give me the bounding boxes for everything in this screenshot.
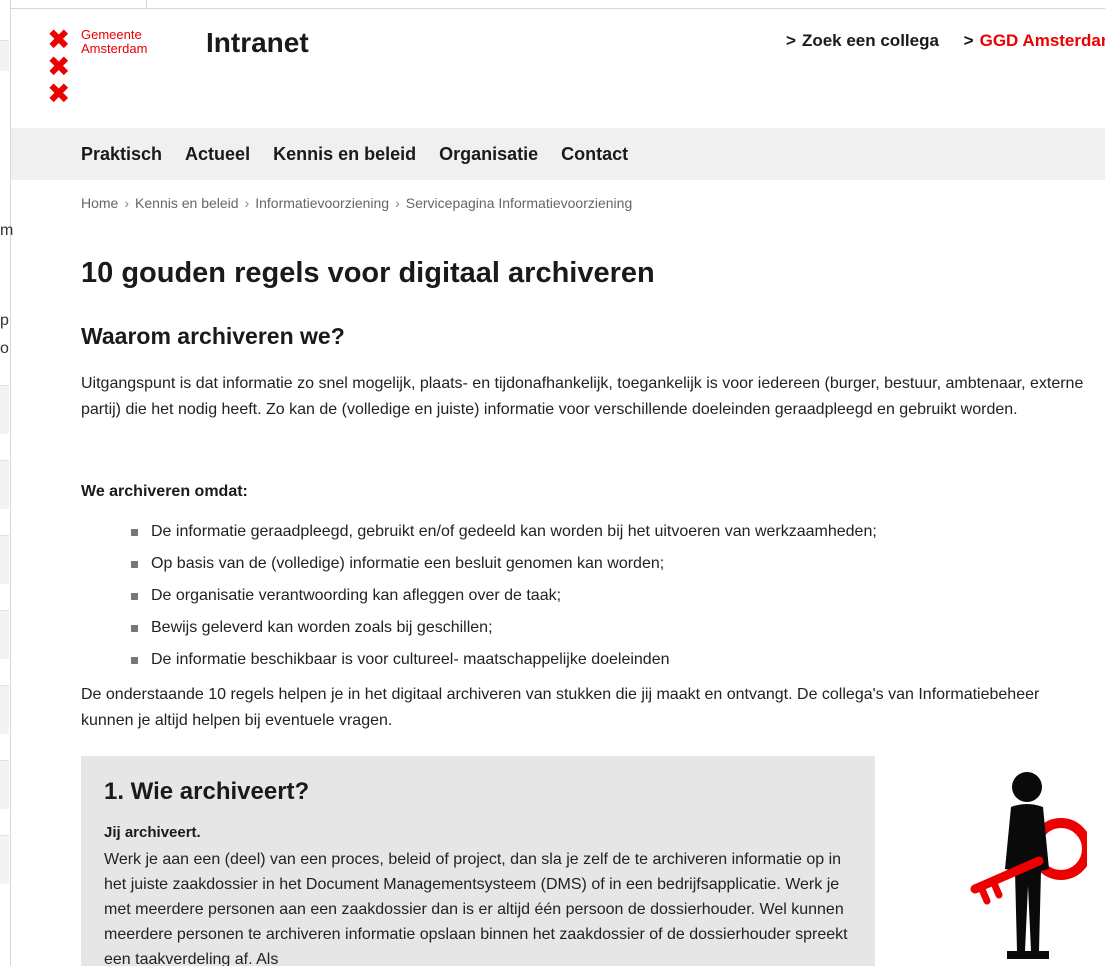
background-window-strip: m p o xyxy=(0,0,13,966)
page-title: 10 gouden regels voor digitaal archivere… xyxy=(81,257,655,289)
chevron-right-icon: > xyxy=(963,31,974,50)
nav-item-praktisch[interactable]: Praktisch xyxy=(81,144,162,165)
nav-item-kennis-en-beleid[interactable]: Kennis en beleid xyxy=(273,144,416,165)
intro-paragraph: Uitgangspunt is dat informatie zo snel m… xyxy=(81,375,1084,418)
outro-paragraph: De onderstaande 10 regels helpen je in h… xyxy=(81,686,1040,729)
rule-1-body: Werk je aan een (deel) van een proces, b… xyxy=(104,851,848,966)
list-item: De informatie beschikbaar is voor cultur… xyxy=(131,644,877,676)
list-item: De informatie geraadpleegd, gebruikt en/… xyxy=(131,516,877,548)
ggd-amsterdam-link[interactable]: > GGD Amsterdam xyxy=(964,31,1105,50)
andreas-cross-icon: ✖ xyxy=(47,77,71,110)
top-links: > Zoek een collega > GGD Amsterdam xyxy=(786,31,1105,51)
zoek-collega-label: Zoek een collega xyxy=(801,31,939,50)
list-item: Op basis van de (volledige) informatie e… xyxy=(131,548,877,580)
logo-line-2: Amsterdam xyxy=(81,41,148,56)
because-heading: We archiveren omdat: xyxy=(81,483,248,500)
window-tab-edge xyxy=(146,0,147,8)
site-title[interactable]: Intranet xyxy=(206,27,309,59)
person-with-key-icon xyxy=(970,772,1087,959)
nav-item-organisatie[interactable]: Organisatie xyxy=(439,144,538,165)
main-nav: Praktisch Actueel Kennis en beleid Organ… xyxy=(11,128,1105,180)
nav-item-contact[interactable]: Contact xyxy=(561,144,628,165)
chevron-right-icon: > xyxy=(786,31,796,50)
rule-1-box: 1. Wie archiveert? Jij archiveert. Werk … xyxy=(81,756,875,966)
zoek-collega-link[interactable]: > Zoek een collega xyxy=(786,31,939,50)
nav-item-actueel[interactable]: Actueel xyxy=(185,144,250,165)
breadcrumb: Home › Kennis en beleid › Informatievoorzien… xyxy=(81,195,632,211)
breadcrumb-separator-icon: › xyxy=(244,195,250,211)
breadcrumb-home[interactable]: Home xyxy=(81,195,118,211)
breadcrumb-servicepagina: Servicepagina Informatievoorziening xyxy=(405,195,633,211)
rule-1-heading: 1. Wie archiveert? xyxy=(104,778,310,805)
list-item: De organisatie verantwoording kan aflegg… xyxy=(131,580,877,612)
logo-wordmark[interactable]: Gemeente Amsterdam xyxy=(81,28,147,56)
reasons-list: De informatie geraadpleegd, gebruikt en/… xyxy=(131,516,877,676)
list-item: Bewijs geleverd kan worden zoals bij ges… xyxy=(131,612,877,644)
amsterdam-logo[interactable]: ✖ ✖ ✖ xyxy=(47,26,71,110)
breadcrumb-separator-icon: › xyxy=(124,195,130,211)
ggd-amsterdam-label: GGD Amsterdam xyxy=(979,31,1105,50)
why-heading: Waarom archiveren we? xyxy=(81,323,345,349)
breadcrumb-separator-icon: › xyxy=(395,195,400,211)
breadcrumb-kennis-en-beleid[interactable]: Kennis en beleid xyxy=(135,195,239,211)
logo-line-1: Gemeente xyxy=(81,27,142,42)
breadcrumb-informatievoorziening[interactable]: Informatievoorziening xyxy=(255,195,389,211)
rule-1-subheading: Jij archiveert. xyxy=(104,824,201,841)
intranet-page: ✖ ✖ ✖ Gemeente Amsterdam Intranet > Zoek … xyxy=(11,9,1105,966)
